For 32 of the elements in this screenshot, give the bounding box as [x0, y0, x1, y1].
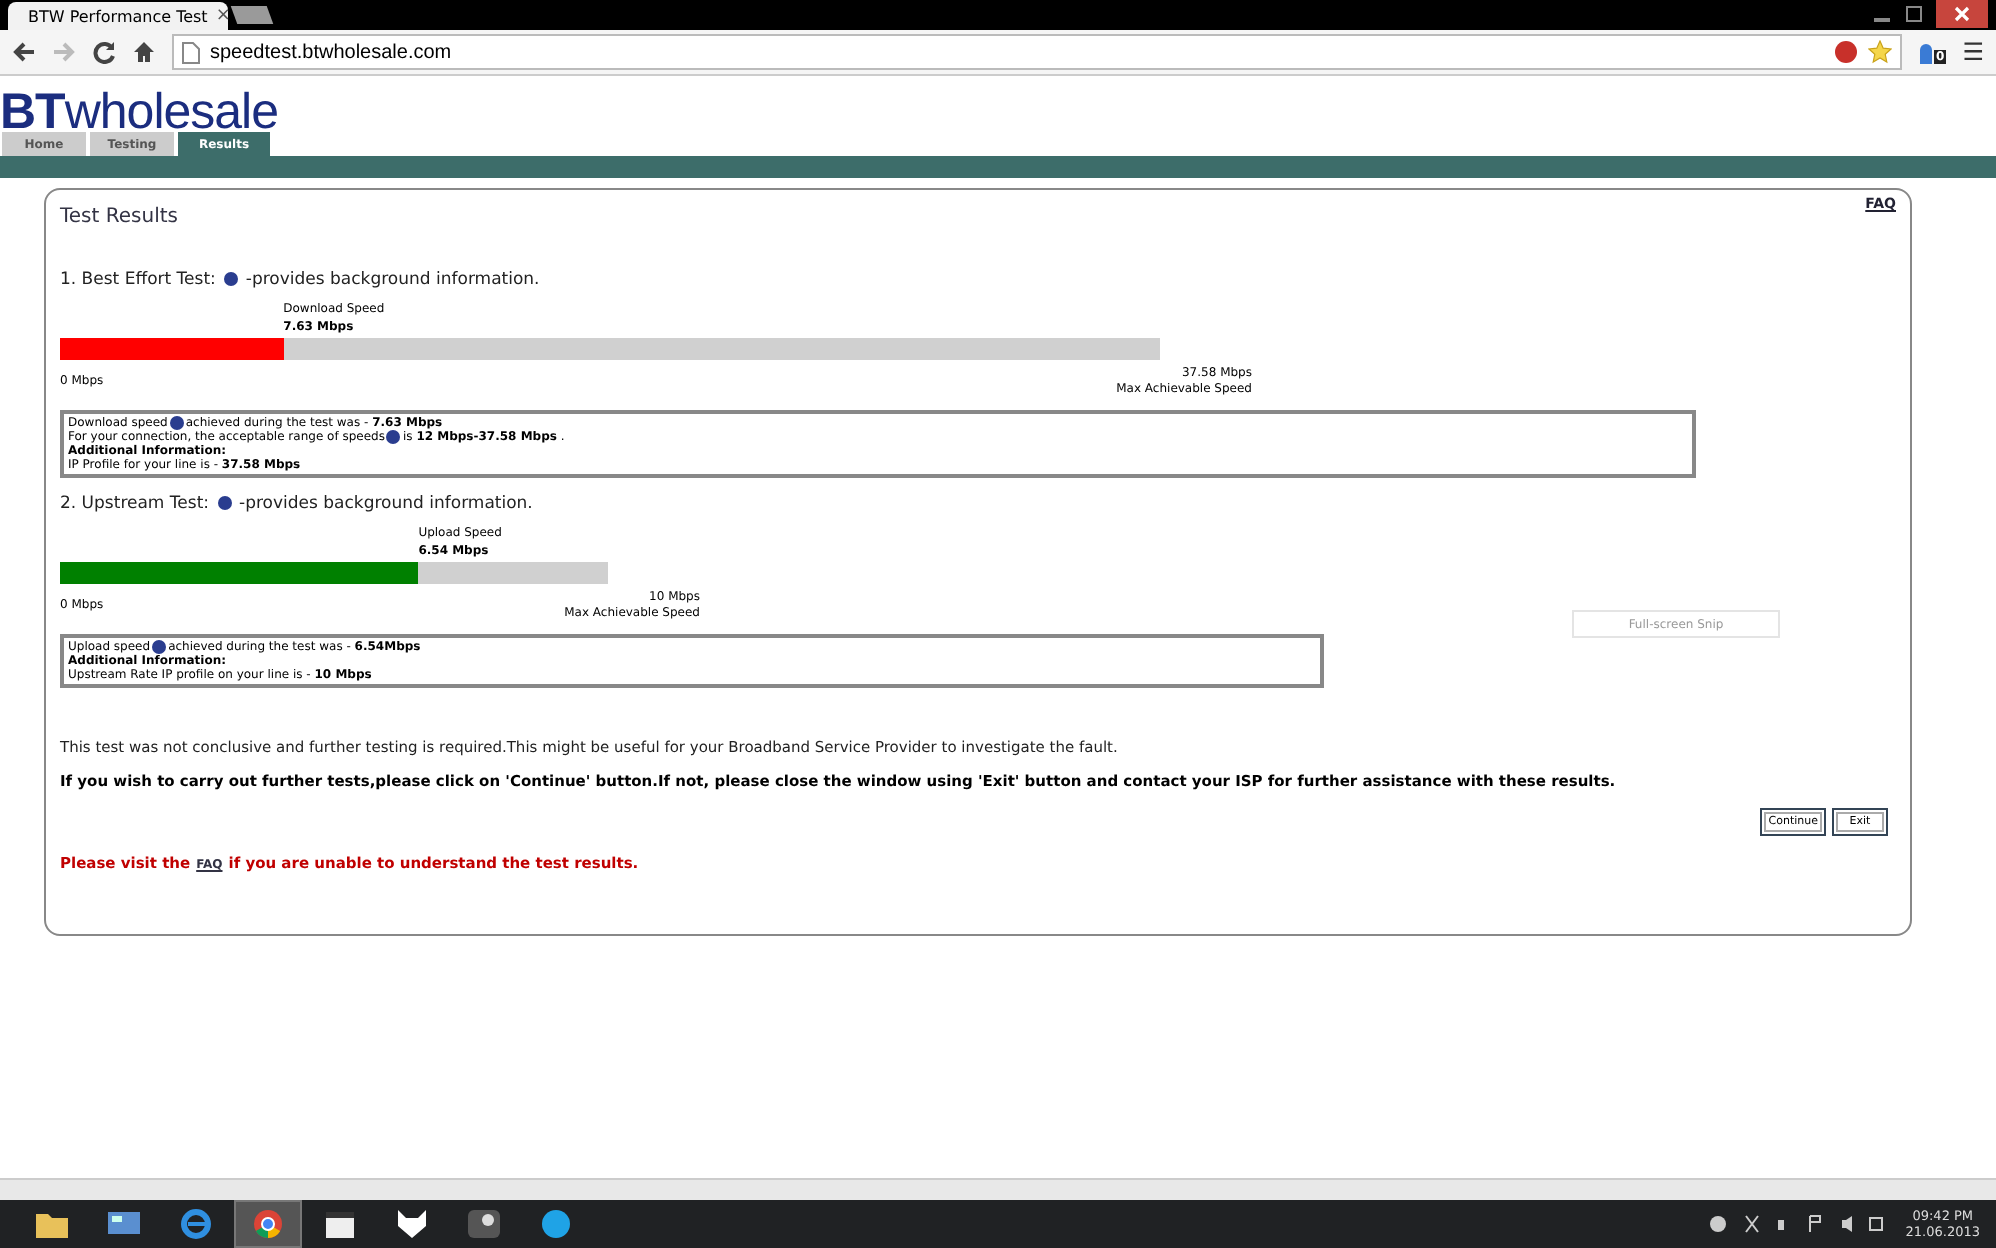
back-icon[interactable] — [12, 40, 36, 64]
maximize-icon[interactable] — [1904, 4, 1924, 24]
page-icon — [182, 41, 200, 63]
new-tab-button[interactable] — [230, 6, 274, 24]
info-icon[interactable] — [223, 272, 238, 286]
panel-title: Test Results — [60, 206, 178, 228]
test-heading: 1. Best Effort Test: — [60, 269, 216, 289]
star-icon[interactable] — [1868, 40, 1893, 64]
tab-title: BTW Performance Test — [28, 7, 208, 25]
reload-icon[interactable] — [92, 40, 116, 64]
control-panel-icon — [106, 1208, 142, 1240]
info-icon[interactable] — [152, 640, 167, 654]
info-icon[interactable] — [217, 496, 232, 510]
info-icon[interactable] — [169, 416, 184, 430]
test-heading: 2. Upstream Test: — [60, 493, 210, 513]
close-button[interactable] — [1936, 0, 1988, 28]
home-icon[interactable] — [132, 40, 156, 64]
menu-button[interactable]: ☰ — [1962, 38, 1984, 66]
close-icon — [1954, 6, 1970, 22]
address-bar[interactable]: speedtest.btwholesale.com — [172, 34, 1903, 70]
folder-icon — [34, 1208, 70, 1240]
info-icon[interactable] — [386, 430, 401, 444]
heading-note: -provides background information. — [239, 493, 533, 513]
horizontal-scrollbar[interactable] — [0, 1178, 1996, 1200]
tab-close-button[interactable]: × — [215, 6, 231, 26]
chrome-icon — [250, 1208, 286, 1240]
ghost-icon — [1918, 41, 1935, 63]
fox-icon — [394, 1208, 430, 1240]
browser-e-icon — [178, 1208, 214, 1240]
heading-note: -provides background information. — [245, 269, 540, 289]
logo: BTwholesale — [0, 92, 281, 132]
browser-tab[interactable]: BTW Performance Test × — [8, 2, 228, 30]
